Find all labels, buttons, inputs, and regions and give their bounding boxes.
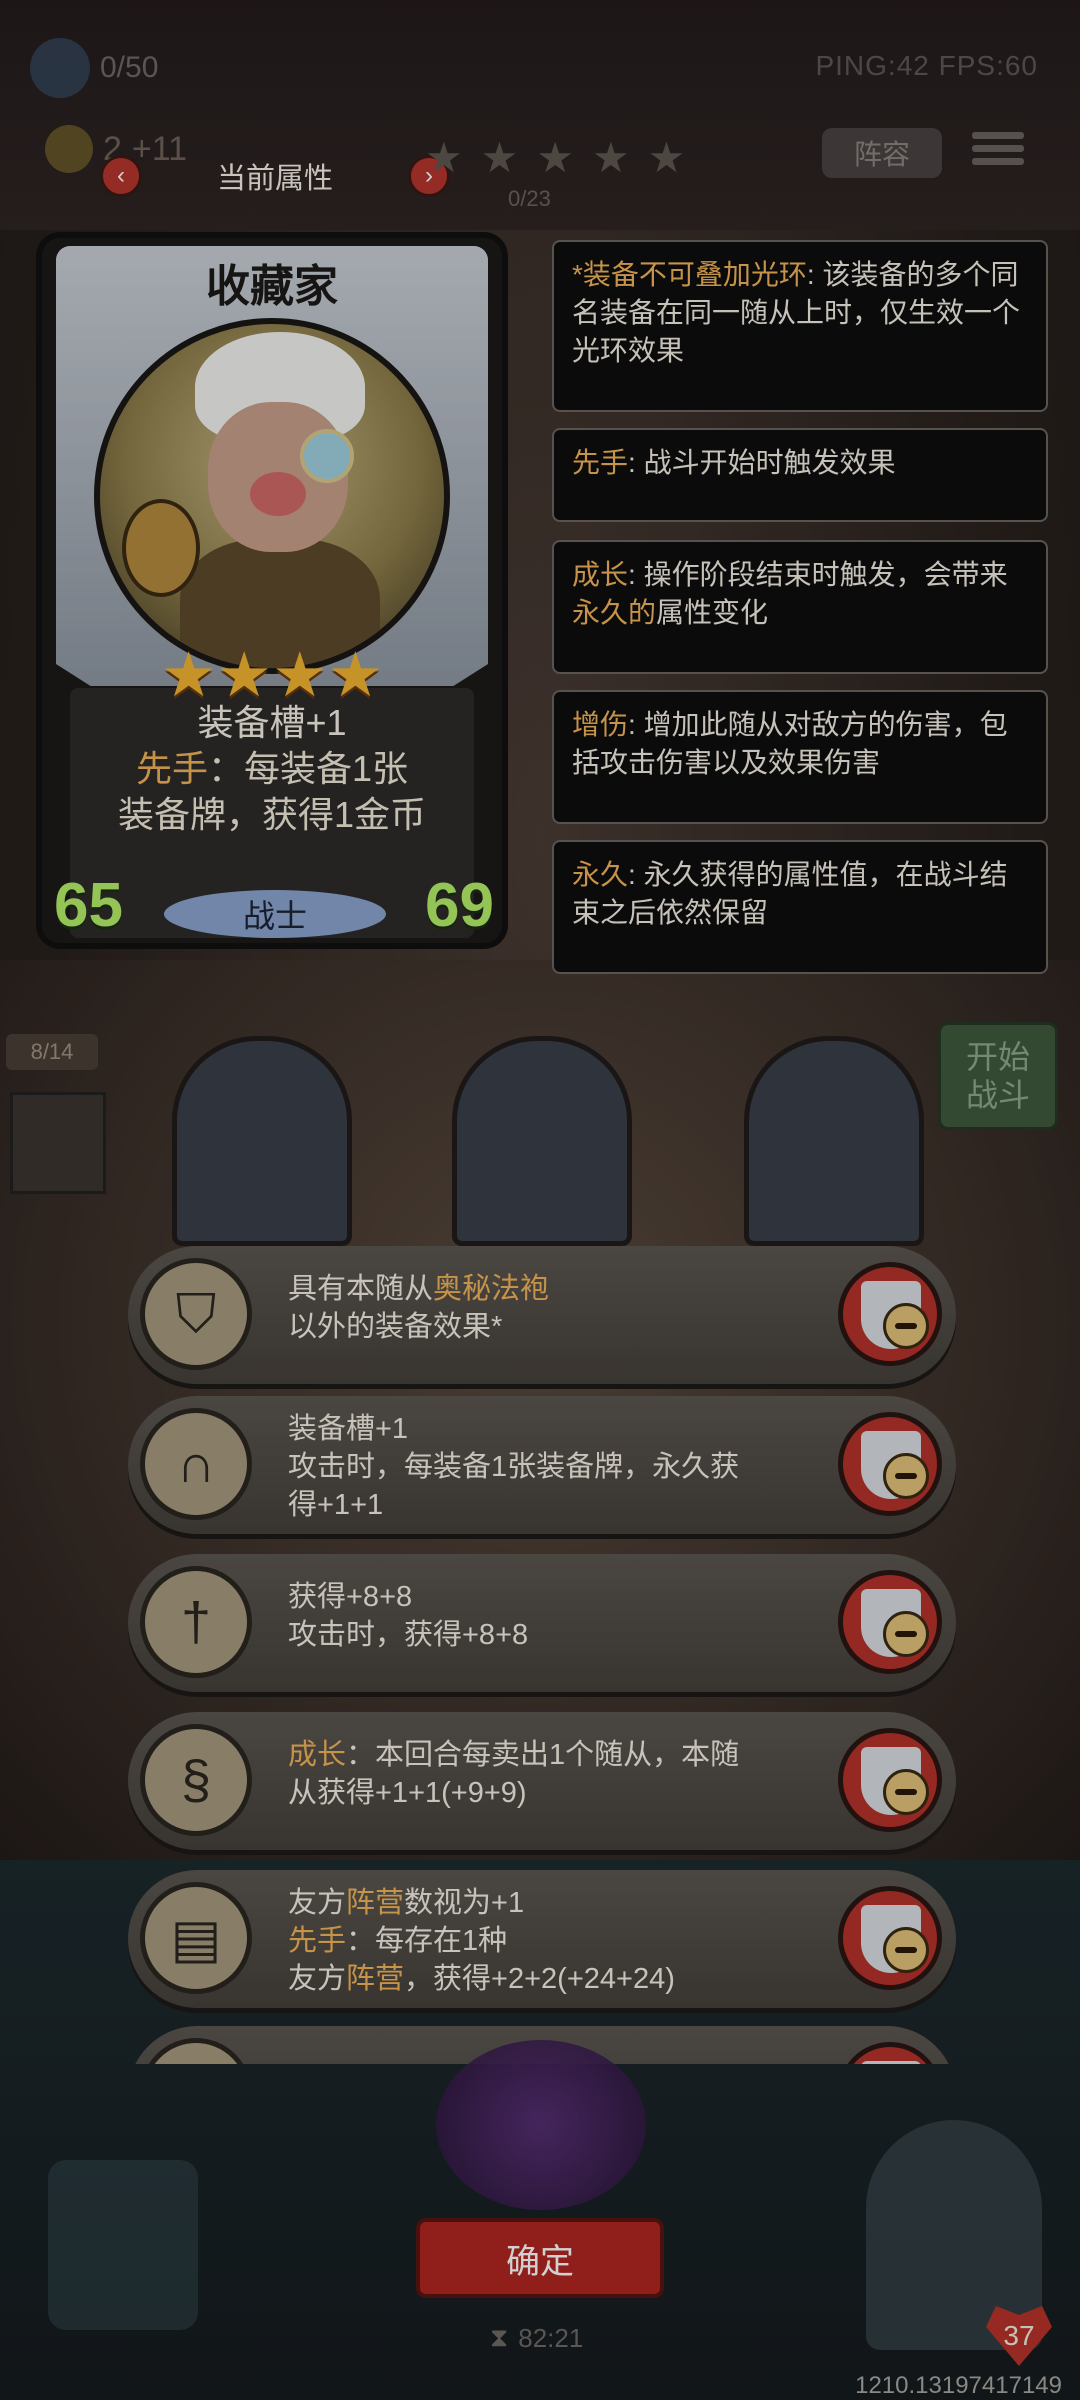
keyword-panel-first-strike: 先手: 战斗开始时触发效果	[552, 428, 1048, 522]
round-timer: ⧗ 82:21	[490, 2322, 583, 2354]
population-text: 0/50	[100, 51, 159, 84]
hero-thumbnail[interactable]	[10, 1092, 106, 1194]
attribute-header: ‹ 当前属性 ›	[100, 150, 450, 202]
keyword-panel-growth: 成长: 操作阶段结束时触发，会带来永久的属性变化	[552, 540, 1048, 674]
tier-stars: ★ ★ ★ ★ ★	[425, 133, 685, 182]
menu-icon[interactable]	[972, 126, 1024, 176]
crystal-icon: ◆	[140, 2038, 252, 2064]
star-icon: ★	[480, 134, 519, 181]
chevron-left-icon[interactable]: ‹	[100, 155, 142, 197]
horseshoe-icon: ∩	[140, 1408, 252, 1520]
sword-icon: †	[140, 1566, 252, 1678]
timer-text: 82:21	[518, 2322, 584, 2353]
equipment-item: ▤ 友方阵营数视为+1 先手：每存在1种 友方阵营，获得+2+2(+24+24)	[128, 1870, 956, 2008]
collector-portrait	[94, 318, 450, 674]
card-name: 收藏家	[206, 262, 338, 311]
population-counter: 0/50	[30, 38, 220, 98]
card-description: 装备槽+1 先手：每装备1张 装备牌，获得1金币	[42, 700, 502, 838]
card-line-1: 装备槽+1	[197, 702, 347, 743]
minion-card: 收藏家 ★★★★ 装备槽+1 先手：每装备1张 装备牌，获得1金币 65 战士 …	[42, 238, 502, 943]
board-count: 8/14	[6, 1034, 98, 1070]
vine-icon: §	[140, 1724, 252, 1836]
equipment-text: 获得+8+8 攻击时，获得+8+8	[288, 1581, 529, 1651]
card-line-3: 装备牌，获得1金币	[117, 794, 427, 835]
keyword-panel-aura: *装备不可叠加光环: 该装备的多个同名装备在同一随从上时，仅生效一个光环效果	[552, 240, 1048, 412]
gold-coin-icon	[45, 125, 93, 173]
board-minion-slot[interactable]	[744, 1036, 924, 1246]
equipment-item: ⛉ 具有本随从奥秘法袍 以外的装备效果*	[128, 1246, 956, 1384]
star-icon: ★	[647, 134, 686, 181]
equipment-text: 友方阵营数视为+1 先手：每存在1种 友方阵营，获得+2+2(+24+24)	[288, 1887, 675, 1995]
remove-equipment-button[interactable]	[838, 1262, 942, 1366]
shop-card-slot[interactable]	[48, 2160, 198, 2330]
equipment-item: † 获得+8+8 攻击时，获得+8+8	[128, 1554, 956, 1692]
health-value: 69	[425, 871, 494, 940]
equipment-text: 装备槽+1 攻击时，每装备1张装备牌，永久获 得+1+1	[288, 1413, 740, 1521]
equipment-item: ∩ 装备槽+1 攻击时，每装备1张装备牌，永久获 得+1+1	[128, 1396, 956, 1534]
remove-equipment-button[interactable]	[838, 1728, 942, 1832]
population-icon	[30, 38, 90, 98]
keyword-panel-damage-boost: 增伤: 增加此随从对敌方的伤害，包括攻击伤害以及效果伤害	[552, 690, 1048, 824]
team-button[interactable]: 阵容	[822, 128, 942, 178]
class-badge: 战士	[164, 890, 386, 938]
attribute-title: 当前属性	[216, 163, 333, 195]
confirm-button[interactable]: 确定	[420, 2222, 660, 2294]
remove-equipment-button[interactable]	[838, 2042, 942, 2064]
book-icon: ▤	[140, 1882, 252, 1994]
star-icon: ★	[536, 134, 574, 181]
card-line-2: 先手：每装备1张	[135, 748, 409, 789]
equipment-list[interactable]: ⛉ 具有本随从奥秘法袍 以外的装备效果* ∩ 装备槽+1 攻击时，每装备1张装备…	[128, 1236, 956, 2064]
remove-equipment-button[interactable]	[838, 1570, 942, 1674]
attack-value: 65	[54, 871, 123, 940]
portal-orb	[436, 2040, 646, 2210]
equipment-text: 成长：本回合每卖出1个随从，本随 从获得+1+1(+9+9)	[288, 1739, 740, 1809]
equipment-item: § 成长：本回合每卖出1个随从，本随 从获得+1+1(+9+9)	[128, 1712, 956, 1850]
board-minion-slot[interactable]	[172, 1036, 352, 1246]
coordinate-readout: 1210.13197417149	[855, 2372, 1062, 2399]
remove-equipment-button[interactable]	[838, 1412, 942, 1516]
robe-icon: ⛉	[140, 1258, 252, 1370]
board-minion-slot[interactable]	[452, 1036, 632, 1246]
perf-readout: PING:42 FPS:60	[815, 50, 1038, 81]
keyword-panel-permanent: 永久: 永久获得的属性值，在战斗结束之后依然保留	[552, 840, 1048, 974]
remove-equipment-button[interactable]	[838, 1886, 942, 1990]
star-icon: ★	[591, 134, 630, 181]
equipment-text: 具有本随从奥秘法袍 以外的装备效果*	[288, 1273, 550, 1343]
start-battle-button[interactable]: 开始 战斗	[938, 1022, 1058, 1130]
hourglass-icon: ⧗	[490, 2322, 509, 2352]
tier-progress: 0/23	[508, 186, 551, 211]
star-icon: ★	[425, 134, 463, 181]
